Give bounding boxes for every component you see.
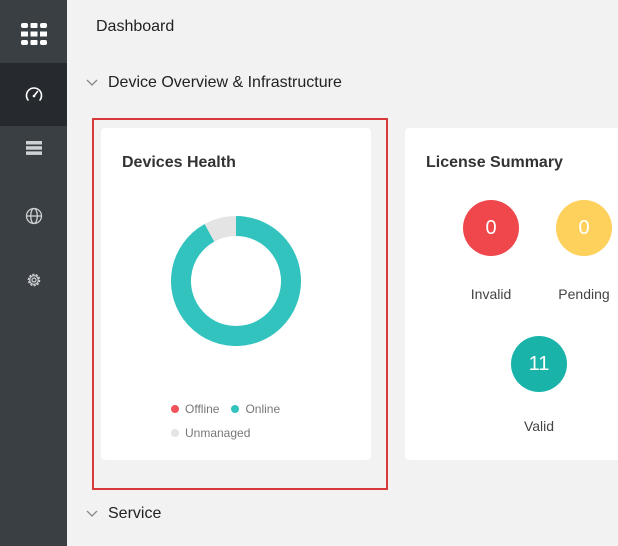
legend-offline: Offline — [185, 402, 220, 416]
devices-icon — [25, 141, 42, 155]
license-pending-label: Pending — [558, 286, 610, 302]
gear-icon — [27, 273, 40, 287]
legend-row-1: Offline Online — [171, 402, 280, 416]
page-title: Dashboard — [96, 18, 175, 35]
card-title: License Summary — [426, 154, 563, 171]
license-pending-count[interactable]: 0 — [556, 200, 612, 256]
donut-slice-unmanaged[interactable] — [204, 216, 237, 242]
globe-icon — [25, 207, 42, 225]
devices-health-card: Devices Health Offline Online Unmanaged — [101, 128, 371, 460]
donut-slice-online[interactable] — [171, 216, 301, 346]
chevron-down-icon — [86, 79, 98, 86]
online-dot — [231, 405, 240, 413]
sidebar-item-network[interactable] — [0, 188, 67, 244]
legend-unmanaged: Unmanaged — [185, 426, 251, 440]
sidebar-item-dashboard[interactable] — [0, 63, 67, 126]
section-service[interactable]: Service — [86, 505, 161, 523]
legend-row-2: Unmanaged — [171, 426, 250, 440]
logo-icon — [20, 23, 47, 45]
license-summary-card: License Summary 0 Invalid 0 Pending 11 V… — [405, 128, 618, 460]
license-valid-count[interactable]: 11 — [511, 336, 567, 392]
devices-health-donut-chart — [171, 216, 301, 346]
sidebar-item-devices[interactable] — [0, 120, 67, 176]
unmanaged-dot — [171, 429, 179, 437]
card-title: Devices Health — [122, 154, 236, 171]
offline-dot — [171, 405, 179, 413]
license-valid-label: Valid — [523, 418, 555, 434]
license-invalid-count[interactable]: 0 — [463, 200, 519, 256]
main-content: Dashboard Device Overview & Infrastructu… — [67, 0, 618, 546]
app-logo[interactable] — [0, 6, 67, 62]
sidebar — [0, 0, 67, 546]
section-device-overview[interactable]: Device Overview & Infrastructure — [86, 74, 342, 92]
legend-online: Online — [245, 402, 281, 416]
section-label: Device Overview & Infrastructure — [108, 74, 342, 91]
dashboard-icon — [25, 86, 42, 101]
section-label: Service — [108, 505, 162, 522]
chevron-down-icon — [86, 510, 98, 517]
license-invalid-label: Invalid — [470, 286, 512, 302]
sidebar-item-settings[interactable] — [0, 252, 67, 308]
